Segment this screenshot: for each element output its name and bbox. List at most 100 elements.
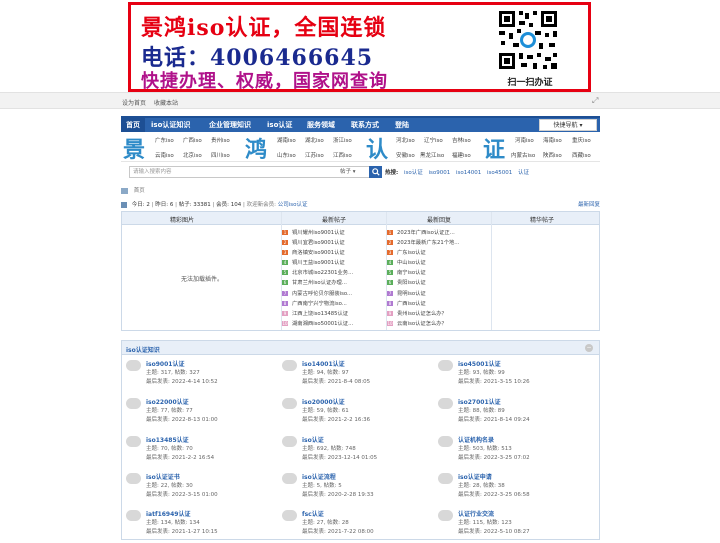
latest-replies-link[interactable]: 最新回复 <box>578 200 600 208</box>
nav-item-login[interactable]: 登陆 <box>395 118 409 132</box>
list-item[interactable]: 9 贵州iso认证怎么办？ <box>387 309 459 319</box>
city-link[interactable]: 广东iso <box>155 136 174 144</box>
list-item[interactable]: 7 昆明iso认证 <box>387 289 459 299</box>
forum-name[interactable]: iso认证 <box>302 435 324 444</box>
forum-name[interactable]: iatf16949认证 <box>146 509 190 518</box>
forum-name[interactable]: iso认证申请 <box>458 472 492 481</box>
search-input[interactable]: 请输入搜索内容 <box>129 166 349 178</box>
city-link[interactable]: 陕西iso <box>543 151 562 159</box>
forum-item[interactable]: iso22000认证 主题: 77, 帖数: 77 最后发表: 2022-8-1… <box>122 395 272 431</box>
forum-name[interactable]: iso20000认证 <box>302 397 345 406</box>
list-item[interactable]: 7 内蒙古呼伦贝尔服装iso... <box>282 289 353 299</box>
city-link[interactable]: 辽宁iso <box>424 136 443 144</box>
city-link[interactable]: 贵州iso <box>211 136 230 144</box>
nav-item-contact[interactable]: 联系方式 <box>351 118 379 132</box>
city-link[interactable]: 黑龙江iso <box>420 151 444 159</box>
forum-name[interactable]: iso9001认证 <box>146 359 184 368</box>
city-link[interactable]: 西藏iso <box>572 151 591 159</box>
forum-item[interactable]: iatf16949认证 主题: 134, 帖数: 134 最后发表: 2021-… <box>122 507 272 543</box>
list-item[interactable]: 2 铜川宜君iso9001认证 <box>282 238 353 248</box>
search-button[interactable] <box>369 166 382 178</box>
list-item[interactable]: 5 北京市城iso22301业务... <box>282 268 353 278</box>
city-link[interactable]: 云南iso <box>155 151 174 159</box>
city-link[interactable]: 浙江iso <box>333 136 352 144</box>
nav-item-iso-cert[interactable]: iso认证 <box>267 118 292 132</box>
city-link[interactable]: 北京iso <box>183 151 202 159</box>
forum-item[interactable]: 认证机构名录 主题: 503, 帖数: 513 最后发表: 2022-3-25 … <box>434 433 584 469</box>
collapse-icon[interactable]: − <box>585 344 593 352</box>
list-item[interactable]: 10 云南iso认证怎么办？ <box>387 319 459 329</box>
list-item[interactable]: 2 2023年最新广东21个地... <box>387 238 459 248</box>
forum-name[interactable]: fsc认证 <box>302 509 324 518</box>
home-icon[interactable] <box>121 187 128 194</box>
city-link[interactable]: 内蒙古iso <box>511 151 535 159</box>
header-new-replies[interactable]: 最新回复 <box>379 215 499 224</box>
forum-item[interactable]: iso13485认证 主题: 70, 帖数: 70 最后发表: 2021-2-2… <box>122 433 272 469</box>
new-member-link[interactable]: 公司iso认证 <box>278 202 308 208</box>
forum-item[interactable]: iso45001认证 主题: 93, 帖数: 99 最后发表: 2021-3-1… <box>434 357 584 393</box>
hot-link[interactable]: iso9001 <box>428 170 450 176</box>
city-link[interactable]: 河北iso <box>396 136 415 144</box>
forum-item[interactable]: 认证行业交流 主题: 115, 帖数: 123 最后发表: 2022-5-10 … <box>434 507 584 543</box>
city-link[interactable]: 安徽iso <box>396 151 415 159</box>
forum-item[interactable]: iso认证流程 主题: 5, 帖数: 5 最后发表: 2020-2-28 19:… <box>278 470 428 506</box>
city-link[interactable]: 山东iso <box>277 151 296 159</box>
nav-item-iso-knowledge[interactable]: iso认证知识 <box>151 118 190 132</box>
list-item[interactable]: 5 南宁iso认证 <box>387 268 459 278</box>
forum-name[interactable]: 认证机构名录 <box>458 435 494 444</box>
hot-link[interactable]: iso45001 <box>487 170 512 176</box>
forum-item[interactable]: iso20000认证 主题: 59, 帖数: 61 最后发表: 2021-2-2… <box>278 395 428 431</box>
list-item[interactable]: 8 广西南宁兴宁物流iso... <box>282 299 353 309</box>
city-link[interactable]: 湖南iso <box>277 136 296 144</box>
forum-item[interactable]: iso9001认证 主题: 317, 帖数: 327 最后发表: 2022-4-… <box>122 357 272 393</box>
list-item[interactable]: 9 江西上饶iso13485认证 <box>282 309 353 319</box>
header-new-posts[interactable]: 最新帖子 <box>274 215 394 224</box>
forum-item[interactable]: iso14001认证 主题: 94, 帖数: 97 最后发表: 2021-8-4… <box>278 357 428 393</box>
list-item[interactable]: 3 商洛镇安iso9001认证 <box>282 248 353 258</box>
set-home-link[interactable]: 设为首页 <box>122 100 146 107</box>
forum-item[interactable]: iso认证证书 主题: 22, 帖数: 30 最后发表: 2022-3-15 0… <box>122 470 272 506</box>
forum-item[interactable]: iso认证 主题: 692, 帖数: 748 最后发表: 2023-12-14 … <box>278 433 428 469</box>
list-item[interactable]: 6 贵阳iso认证 <box>387 278 459 288</box>
list-item[interactable]: 10 湖南湘西iso50001认证... <box>282 319 353 329</box>
city-link[interactable]: 湖北iso <box>305 136 324 144</box>
forum-name[interactable]: iso45001认证 <box>458 359 501 368</box>
city-link[interactable]: 广西iso <box>183 136 202 144</box>
city-link[interactable]: 海南iso <box>543 136 562 144</box>
list-item[interactable]: 1 2023年广西iso认证正... <box>387 228 459 238</box>
city-link[interactable]: 江苏iso <box>305 151 324 159</box>
forum-name[interactable]: iso14001认证 <box>302 359 345 368</box>
list-item[interactable]: 3 广东iso认证 <box>387 248 459 258</box>
list-item[interactable]: 1 铜川耀州iso9001认证 <box>282 228 353 238</box>
nav-item-services[interactable]: 服务领域 <box>307 118 335 132</box>
list-item[interactable]: 6 甘肃兰州iso认证办理... <box>282 278 353 288</box>
forum-item[interactable]: iso认证申请 主题: 28, 帖数: 38 最后发表: 2022-3-25 0… <box>434 470 584 506</box>
ad-banner[interactable]: 景鸿iso认证，全国连锁 电话：4006466645 快捷办理、权威，国家网查询… <box>128 2 591 92</box>
quick-nav-dropdown[interactable]: 快捷导航 ▾ <box>539 119 597 131</box>
forum-name[interactable]: iso认证流程 <box>302 472 336 481</box>
category-title[interactable]: iso认证知识 <box>126 345 160 354</box>
forum-name[interactable]: 认证行业交流 <box>458 509 494 518</box>
forum-item[interactable]: iso27001认证 主题: 88, 帖数: 89 最后发表: 2021-8-1… <box>434 395 584 431</box>
city-link[interactable]: 江西iso <box>333 151 352 159</box>
city-link[interactable]: 重庆iso <box>572 136 591 144</box>
list-item[interactable]: 4 中山iso认证 <box>387 258 459 268</box>
hot-link[interactable]: 认证 <box>518 170 529 176</box>
forum-name[interactable]: iso27001认证 <box>458 397 501 406</box>
forum-name[interactable]: iso13485认证 <box>146 435 189 444</box>
hot-link[interactable]: iso认证 <box>404 170 423 176</box>
list-item[interactable]: 4 铜川王益iso9001认证 <box>282 258 353 268</box>
hot-link[interactable]: iso14001 <box>456 170 481 176</box>
forum-name[interactable]: iso22000认证 <box>146 397 189 406</box>
forum-name[interactable]: iso认证证书 <box>146 472 180 481</box>
bookmark-link[interactable]: 收藏本站 <box>154 100 178 107</box>
city-link[interactable]: 吉林iso <box>452 136 471 144</box>
header-images[interactable]: 精彩图片 <box>122 215 242 224</box>
city-link[interactable]: 河南iso <box>515 136 534 144</box>
forum-item[interactable]: fsc认证 主题: 27, 帖数: 28 最后发表: 2021-7-22 08:… <box>278 507 428 543</box>
expand-icon[interactable]: ⤢ <box>592 97 600 105</box>
breadcrumb-home[interactable]: 首页 <box>134 188 145 194</box>
city-link[interactable]: 福建iso <box>452 151 471 159</box>
nav-item-home[interactable]: 首页 <box>121 118 145 132</box>
header-featured[interactable]: 精华帖子 <box>482 215 602 224</box>
